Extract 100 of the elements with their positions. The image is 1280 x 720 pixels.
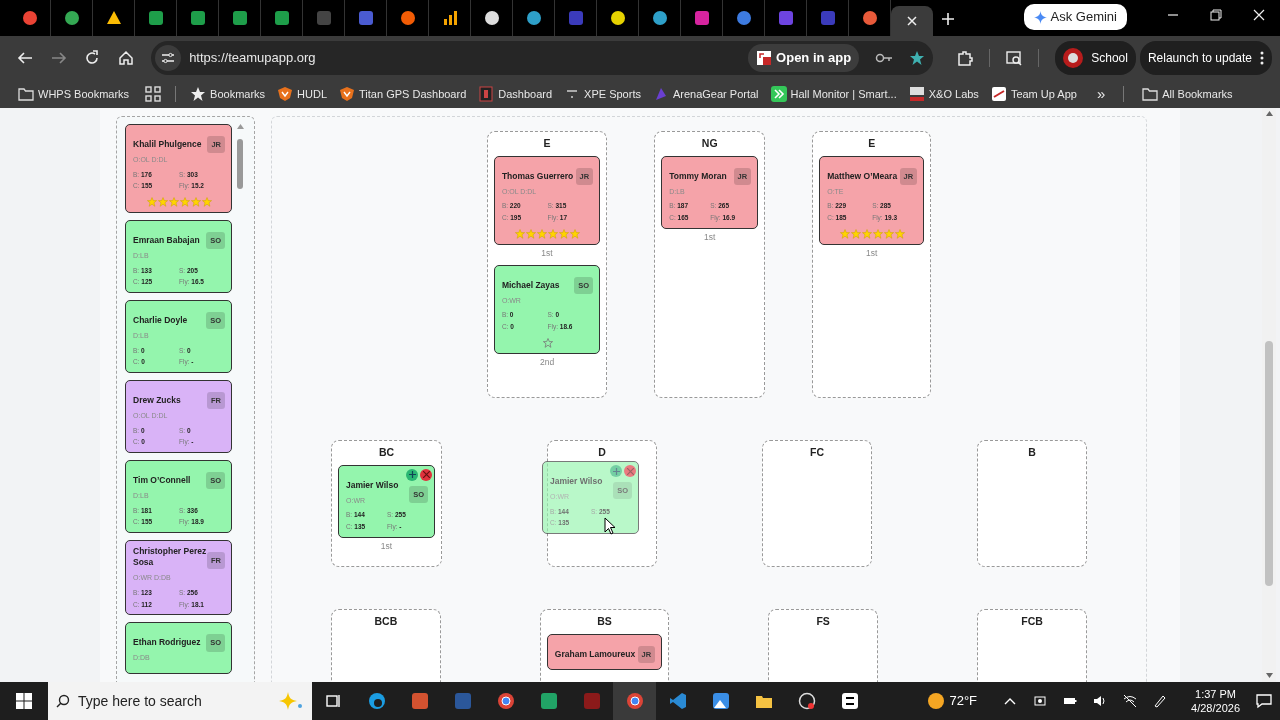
player-name: Drew Zucks xyxy=(133,395,181,407)
bookmark-link[interactable]: ArenaGear Portal xyxy=(650,85,761,103)
star-icon xyxy=(839,228,850,239)
bookmark-link[interactable]: HUDL xyxy=(275,85,330,103)
square-icon[interactable] xyxy=(189,10,206,26)
circle-icon[interactable] xyxy=(797,692,816,710)
all-bookmarks-button[interactable]: All Bookmarks xyxy=(1140,85,1235,103)
close-icon xyxy=(907,16,917,26)
bookmark-link[interactable]: WHPS Bookmarks xyxy=(16,85,132,103)
pen-icon[interactable] xyxy=(1153,694,1168,708)
player-name: Thomas Guerrero xyxy=(501,170,574,183)
star-icon xyxy=(168,197,179,207)
more-bookmarks-button[interactable]: » xyxy=(1094,82,1108,106)
circle-icon[interactable] xyxy=(399,10,416,26)
remove-button[interactable] xyxy=(420,468,432,481)
star-icon xyxy=(190,86,207,102)
star-icon xyxy=(559,228,570,239)
home-icon xyxy=(118,50,135,66)
ask-button[interactable]: Ask Gemini xyxy=(1023,4,1127,30)
add-button[interactable] xyxy=(406,468,418,481)
tab-search-button[interactable] xyxy=(1006,50,1023,66)
ribbon-icon[interactable] xyxy=(668,692,687,710)
address-bar[interactable]: https://teamupapp.org Open in app xyxy=(151,41,934,75)
password-button[interactable] xyxy=(875,53,894,63)
bar-chart-icon[interactable] xyxy=(441,10,458,26)
network-off-icon[interactable] xyxy=(1123,694,1138,708)
scrollbar-thumb[interactable] xyxy=(1265,341,1273,586)
remove-button[interactable] xyxy=(624,465,636,477)
position-slot[interactable]: FS xyxy=(768,609,879,682)
star-icon xyxy=(515,228,526,239)
scrollbar-thumb[interactable] xyxy=(237,139,243,189)
scroll-up-icon xyxy=(236,124,244,129)
task-view-icon[interactable] xyxy=(324,692,343,710)
bookmark-link[interactable]: Titan GPS Dashboard xyxy=(337,85,469,103)
notification-icon[interactable] xyxy=(1256,693,1272,709)
camera-icon[interactable] xyxy=(1033,694,1048,708)
key-icon xyxy=(875,53,894,63)
apps-button[interactable] xyxy=(143,86,164,102)
player-name: Jamier Wilso xyxy=(346,479,399,492)
player-name: Graham Lamoureux xyxy=(554,648,636,661)
position-label: BCB xyxy=(373,614,399,629)
circle-icon[interactable] xyxy=(625,692,644,710)
triangle-icon[interactable] xyxy=(105,10,122,26)
avatar-icon xyxy=(1063,48,1084,68)
bookmark-link[interactable]: Dashboard xyxy=(476,85,555,103)
position-slot[interactable]: FC xyxy=(762,440,872,567)
player-name: Charlie Doyle xyxy=(133,315,188,327)
search-field[interactable]: Type here to search xyxy=(78,682,278,720)
sparkle-icon xyxy=(278,691,304,711)
position-slot[interactable]: FCB xyxy=(977,609,1088,682)
circle-icon[interactable] xyxy=(63,10,80,26)
position-slot[interactable]: B xyxy=(977,440,1087,567)
back-icon xyxy=(16,50,33,66)
square-icon[interactable] xyxy=(231,10,248,26)
bookmark-star-button[interactable] xyxy=(909,50,926,66)
star-icon xyxy=(537,228,548,239)
star-outline-icon xyxy=(542,337,553,348)
bookmark-link[interactable]: XPE Sports xyxy=(562,85,643,103)
bookmark-link[interactable]: Hall Monitor | Smart... xyxy=(768,85,899,103)
star-icon xyxy=(872,228,883,239)
favorite-star-button[interactable] xyxy=(542,337,553,348)
plus-icon xyxy=(408,471,416,479)
bookmark-link[interactable]: Team Up App xyxy=(988,85,1079,103)
sparkle-icon xyxy=(1033,10,1047,24)
sliders-icon xyxy=(161,52,176,64)
speaker-icon[interactable] xyxy=(1093,694,1108,708)
position-label: B xyxy=(1027,445,1037,460)
search-icon xyxy=(1006,50,1023,66)
position-label: E xyxy=(867,136,877,151)
folder-icon xyxy=(1142,86,1159,102)
reload-icon xyxy=(84,50,101,66)
badge-icon xyxy=(478,86,495,102)
extensions-button[interactable] xyxy=(957,50,974,66)
profile-button[interactable]: School xyxy=(1055,41,1136,75)
search-field[interactable]: Type here to search xyxy=(48,682,312,720)
image-icon[interactable] xyxy=(711,692,730,710)
close-tab-button[interactable] xyxy=(891,6,933,36)
square-icon[interactable] xyxy=(840,692,859,710)
circle-icon[interactable] xyxy=(496,692,515,710)
circle-icon[interactable] xyxy=(483,10,500,26)
star-icon xyxy=(146,197,157,207)
position-slot[interactable]: BCB xyxy=(330,609,441,682)
grid-icon xyxy=(145,86,162,102)
star-icon xyxy=(883,228,894,239)
circle-icon[interactable] xyxy=(651,10,668,26)
bookmark-link[interactable]: Bookmarks xyxy=(188,85,268,103)
tile-icon xyxy=(908,86,925,102)
square-icon[interactable] xyxy=(273,10,290,26)
close-icon xyxy=(422,471,430,479)
square-icon[interactable] xyxy=(147,10,164,26)
circle-icon[interactable] xyxy=(609,10,626,26)
star-icon xyxy=(190,197,201,207)
forward-icon xyxy=(50,50,67,66)
close-icon xyxy=(1252,9,1265,21)
player-name: Matthew O’Meara xyxy=(827,170,898,183)
relaunch-button[interactable]: Relaunch to update xyxy=(1139,41,1272,75)
open-in-app-button[interactable]: Open in app xyxy=(748,44,860,72)
bookmark-link[interactable]: X&O Labs xyxy=(906,85,981,103)
circle-icon[interactable] xyxy=(525,10,542,26)
star-icon xyxy=(179,197,190,207)
